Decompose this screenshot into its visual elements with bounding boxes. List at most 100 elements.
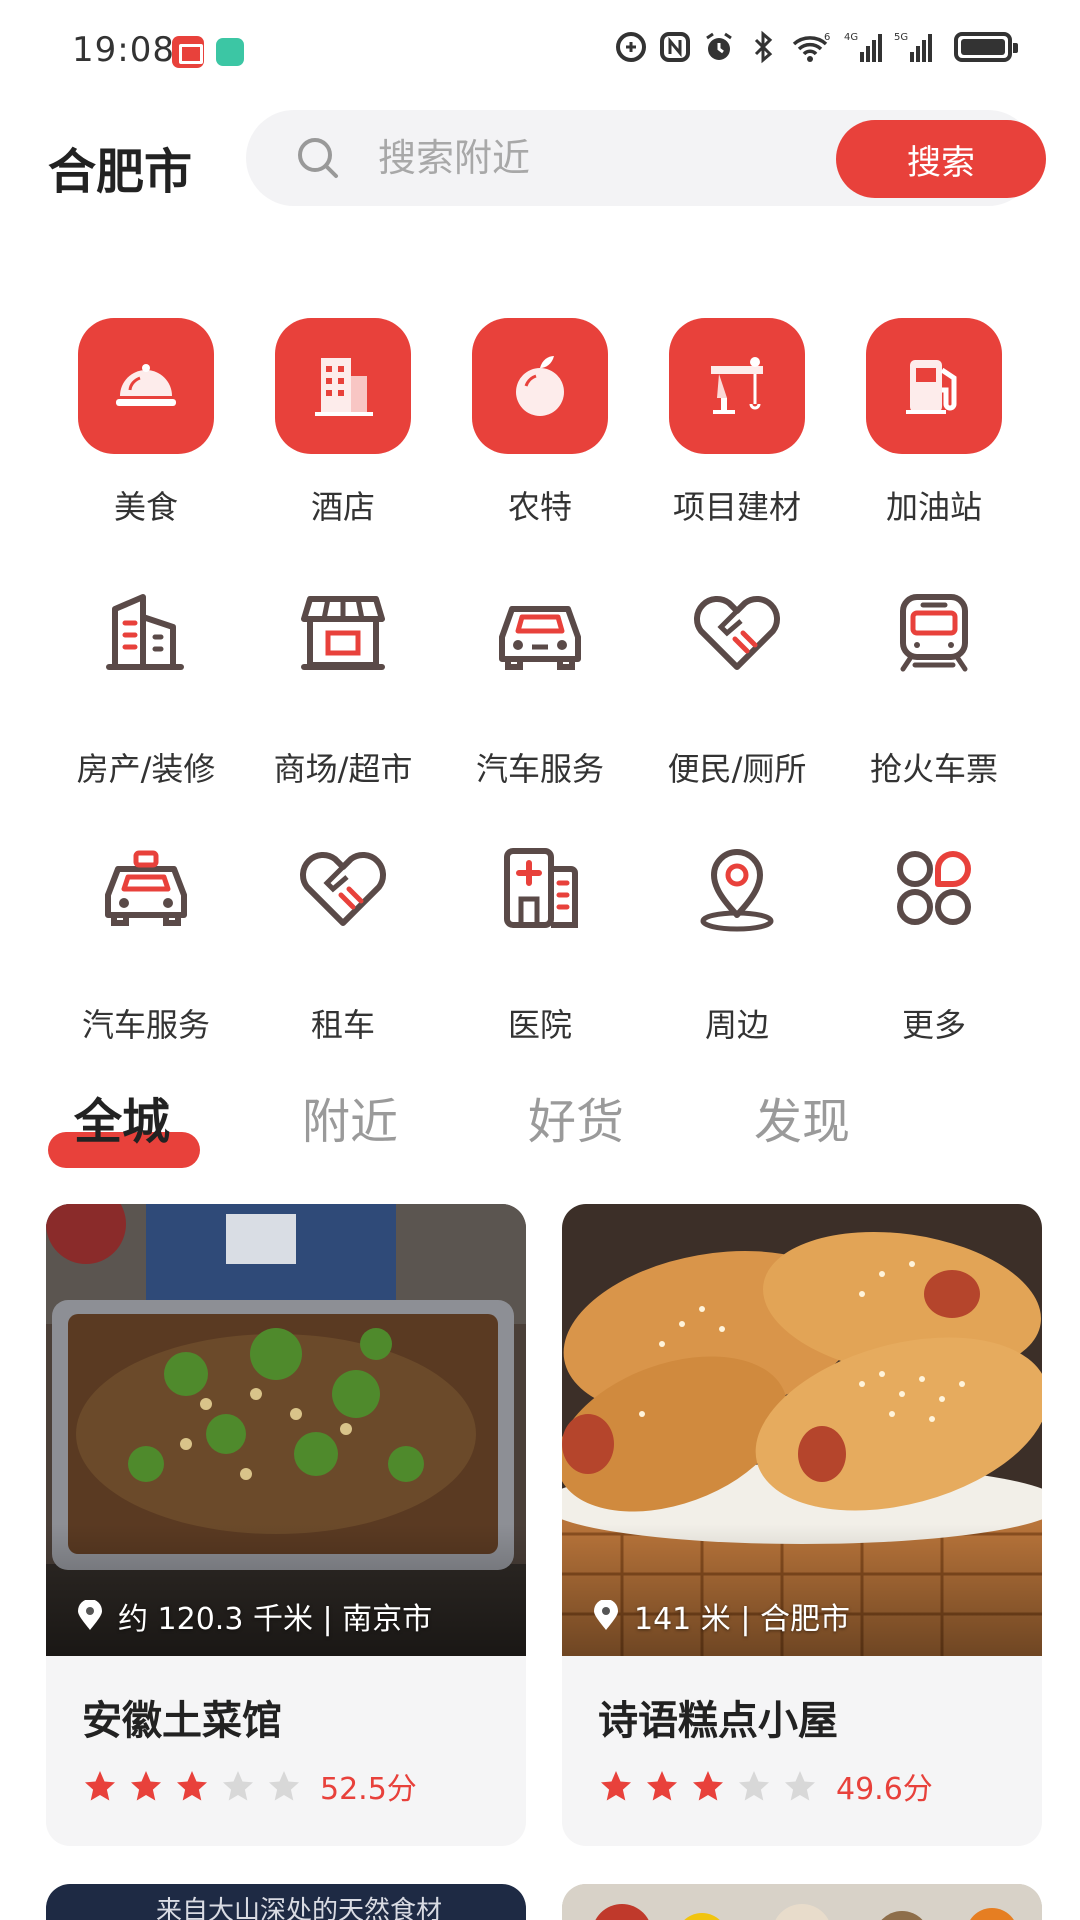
category-label: 医院 — [507, 1006, 572, 1044]
category-building-materials[interactable]: 项目建材 — [647, 318, 827, 528]
svg-text:4G: 4G — [844, 32, 858, 43]
category-label: 农特 — [507, 488, 572, 526]
category-label: 便民/厕所 — [667, 750, 807, 788]
map-pin-icon — [677, 828, 797, 948]
tab-all-city[interactable]: 全城 — [74, 1082, 170, 1152]
status-bar: 19:08 6 4G 5G — [0, 0, 1080, 100]
star-icon — [739, 1771, 769, 1801]
search-input[interactable] — [378, 130, 818, 186]
category-more[interactable]: 更多 — [844, 828, 1024, 1046]
category-label: 美食 — [113, 488, 178, 526]
card-location: 141 米 | 合肥市 — [592, 1594, 850, 1638]
car-icon — [480, 572, 600, 692]
app-red-icon — [172, 36, 204, 68]
tab-discover[interactable]: 发现 — [754, 1082, 850, 1152]
card-distance: 约 120.3 千米 | 南京市 — [118, 1602, 433, 1637]
category-car-rental[interactable]: 租车 — [253, 828, 433, 1046]
category-row-3: 汽车服务 租车 医院 周边 更多 — [56, 828, 1024, 1046]
category-label: 汽车服务 — [81, 1006, 210, 1044]
location-pin-icon — [78, 1600, 102, 1630]
shop-card[interactable] — [562, 1884, 1042, 1920]
card-score: 52.5分 — [320, 1772, 417, 1807]
alarm-icon — [706, 32, 732, 60]
app-green-icon — [216, 38, 244, 66]
category-label: 抢火车票 — [869, 750, 998, 788]
category-convenience[interactable]: 便民/厕所 — [647, 572, 827, 790]
star-icon — [785, 1771, 815, 1801]
status-time: 19:08 — [72, 30, 175, 70]
category-train-tickets[interactable]: 抢火车票 — [844, 572, 1024, 790]
shop-photo-grilled-fish — [46, 1204, 526, 1656]
shop-card[interactable]: 来自大山深处的天然食材 — [46, 1884, 526, 1920]
category-agri[interactable]: 农特 — [450, 318, 630, 528]
star-icon — [177, 1771, 207, 1801]
svg-text:6: 6 — [824, 32, 830, 43]
card-title: 诗语糕点小屋 — [598, 1698, 838, 1744]
feed-tabs: 全城 附近 好货 发现 — [48, 1082, 1032, 1172]
star-icon — [223, 1771, 253, 1801]
nfc-icon — [660, 32, 690, 62]
handshake-heart-icon — [677, 572, 797, 692]
card-title: 安徽土菜馆 — [82, 1698, 282, 1744]
taxi-icon — [86, 828, 206, 948]
category-label: 周边 — [704, 1006, 769, 1044]
card-location: 约 120.3 千米 | 南京市 — [76, 1594, 432, 1638]
search-icon — [298, 138, 338, 178]
category-car-service[interactable]: 汽车服务 — [450, 572, 630, 790]
card-score: 49.6分 — [836, 1772, 933, 1807]
sync-icon — [616, 32, 646, 62]
category-label: 商场/超市 — [273, 750, 413, 788]
card-rating: 52.5分 — [82, 1764, 417, 1808]
category-grid: 美食 酒店 农特 项目建材 加油站 房产/装修 商场/超市 汽车服务 便民/厕所… — [56, 318, 1024, 1046]
building-icon — [86, 572, 206, 692]
fruit-icon — [472, 318, 608, 454]
card-rating: 49.6分 — [598, 1764, 933, 1808]
search-button[interactable]: 搜索 — [836, 120, 1046, 198]
category-hotel[interactable]: 酒店 — [253, 318, 433, 528]
card-photo-caption: 来自大山深处的天然食材 — [156, 1896, 443, 1920]
category-label: 项目建材 — [672, 488, 801, 526]
crane-icon — [669, 318, 805, 454]
category-hospital[interactable]: 医院 — [450, 828, 630, 1046]
tab-goods[interactable]: 好货 — [528, 1082, 624, 1152]
shop-photo-snacks — [562, 1884, 1042, 1920]
status-icons: 6 4G 5G — [614, 30, 1018, 64]
category-label: 房产/装修 — [76, 750, 216, 788]
star-icon — [647, 1771, 677, 1801]
handshake-heart-icon — [283, 828, 403, 948]
category-gas-station[interactable]: 加油站 — [844, 318, 1024, 528]
star-icon — [269, 1771, 299, 1801]
tab-nearby[interactable]: 附近 — [302, 1082, 398, 1152]
star-icon — [693, 1771, 723, 1801]
shop-photo-sausage-bread — [562, 1204, 1042, 1656]
storefront-icon — [283, 572, 403, 692]
category-real-estate[interactable]: 房产/装修 — [56, 572, 236, 790]
category-label: 更多 — [901, 1006, 966, 1044]
train-icon — [874, 572, 994, 692]
category-label: 汽车服务 — [475, 750, 604, 788]
category-row-1: 美食 酒店 农特 项目建材 加油站 — [56, 318, 1024, 528]
signal-4g-icon: 4G — [844, 32, 882, 62]
category-food[interactable]: 美食 — [56, 318, 236, 528]
category-nearby[interactable]: 周边 — [647, 828, 827, 1046]
category-row-2: 房产/装修 商场/超市 汽车服务 便民/厕所 抢火车票 — [56, 572, 1024, 790]
category-mall[interactable]: 商场/超市 — [253, 572, 433, 790]
more-grid-icon — [874, 828, 994, 948]
search-bar[interactable]: 搜索 — [246, 110, 1046, 206]
shop-card[interactable]: 141 米 | 合肥市 诗语糕点小屋 49.6分 — [562, 1204, 1042, 1846]
signal-5g-icon: 5G — [894, 32, 932, 62]
battery-icon — [954, 32, 1018, 62]
star-icon — [85, 1771, 115, 1801]
hotel-building-icon — [275, 318, 411, 454]
category-label: 酒店 — [310, 488, 375, 526]
location-pin-icon — [594, 1600, 618, 1630]
card-distance: 141 米 | 合肥市 — [634, 1602, 850, 1637]
gas-station-icon — [866, 318, 1002, 454]
category-car-service-2[interactable]: 汽车服务 — [56, 828, 236, 1046]
star-icon — [601, 1771, 631, 1801]
category-label: 租车 — [310, 1006, 375, 1044]
shop-card[interactable]: 约 120.3 千米 | 南京市 安徽土菜馆 52.5分 — [46, 1204, 526, 1846]
svg-text:5G: 5G — [894, 32, 908, 43]
wifi-icon: 6 — [792, 32, 830, 62]
city-selector[interactable]: 合肥市 — [48, 132, 192, 202]
